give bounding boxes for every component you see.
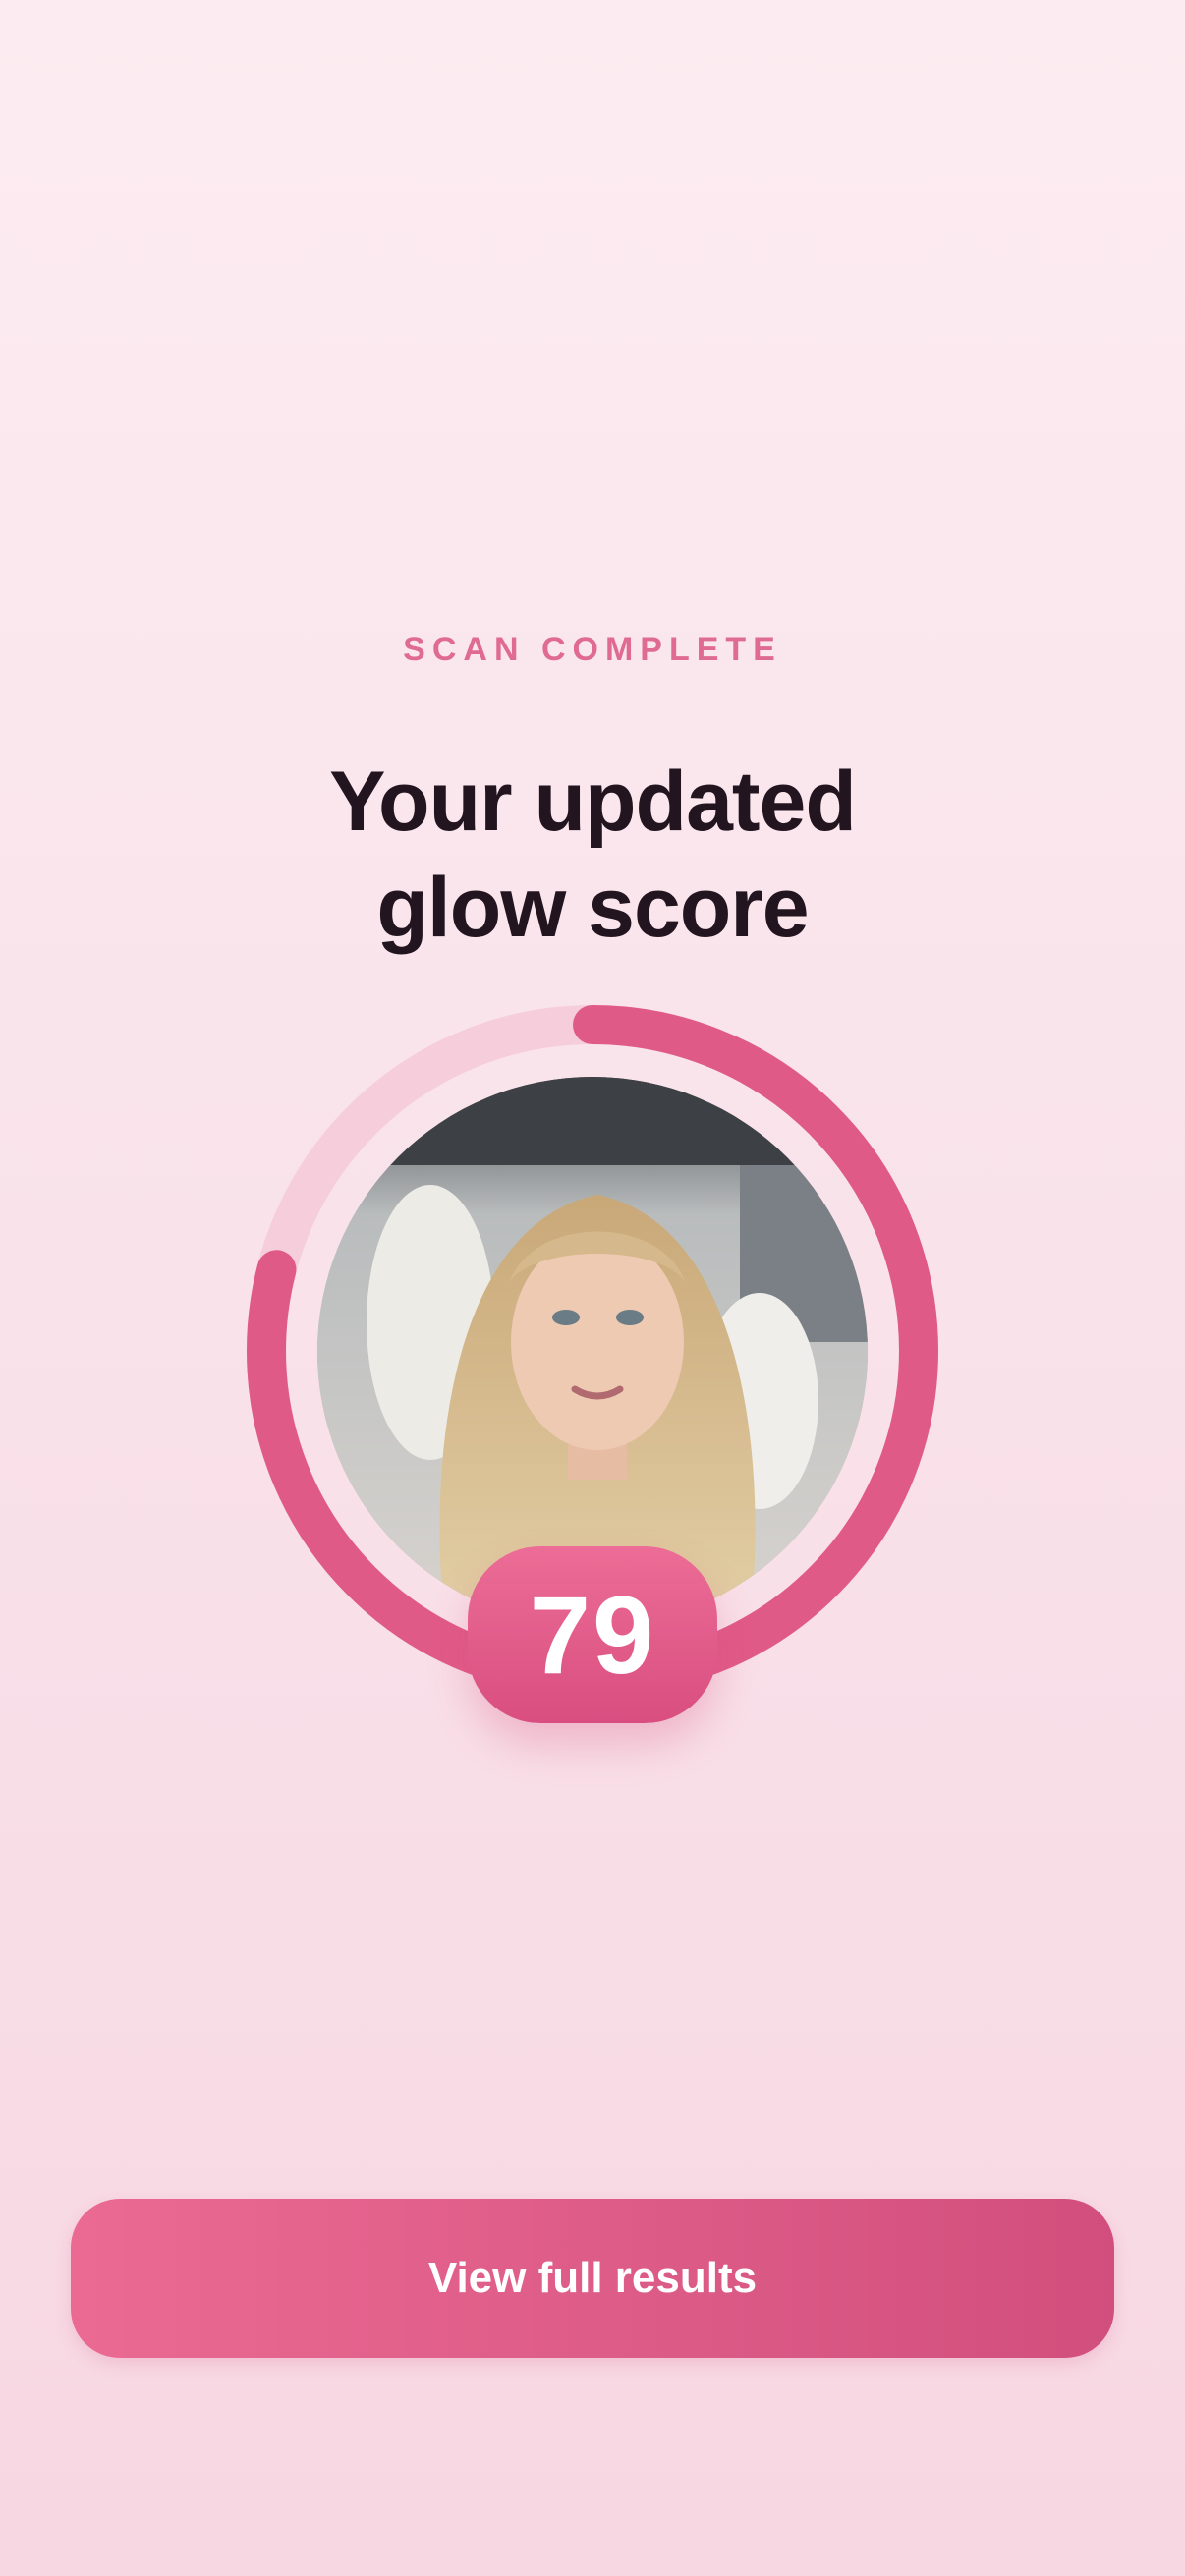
scan-complete-label: SCAN COMPLETE	[403, 631, 782, 668]
user-selfie-photo	[317, 1077, 868, 1627]
score-badge: 79	[468, 1546, 717, 1723]
selfie-illustration	[317, 1077, 868, 1627]
page-title-line-2: glow score	[376, 861, 809, 955]
page-title-line-1: Your updated	[329, 755, 857, 849]
page-title: Your updated glow score	[0, 749, 1185, 961]
glow-score-value: 79	[529, 1573, 656, 1697]
view-full-results-button[interactable]: View full results	[71, 2199, 1114, 2358]
view-full-results-label: View full results	[427, 2254, 758, 2302]
